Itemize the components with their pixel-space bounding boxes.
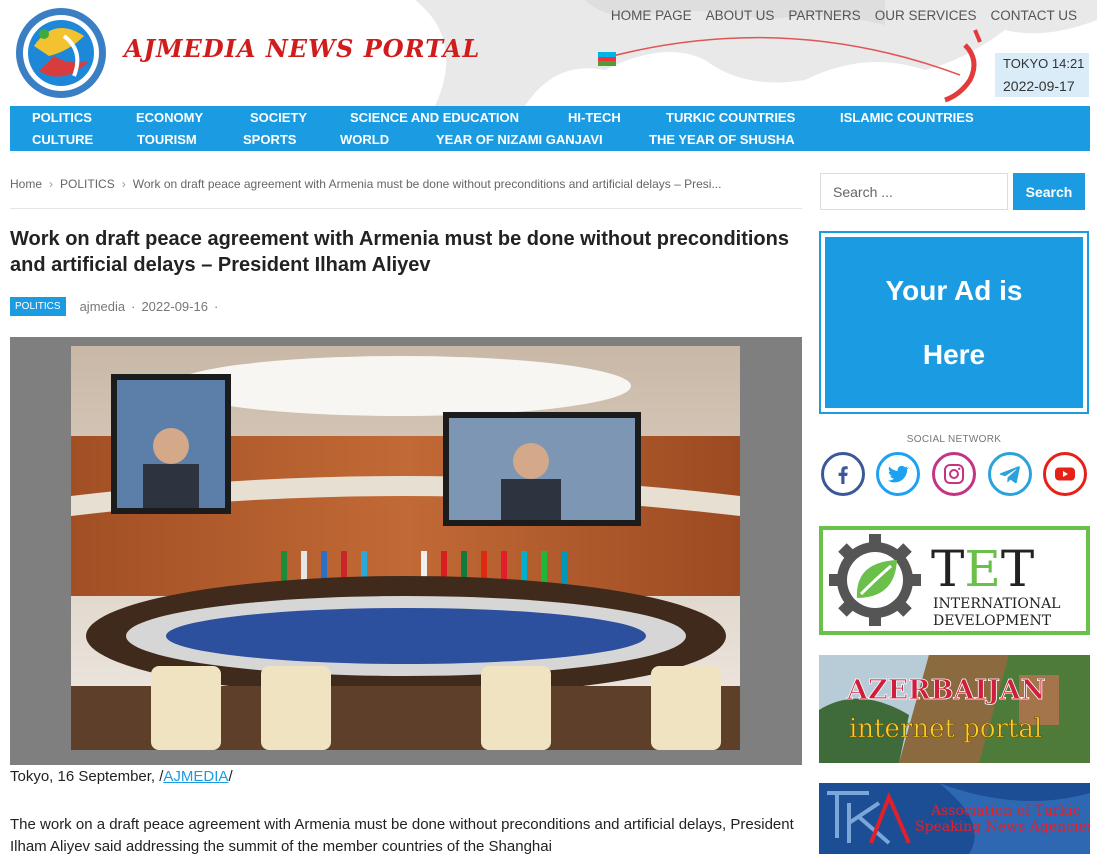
azerbaijan-internet-portal-banner[interactable]: AZERBAIJAN internet portal: [819, 655, 1090, 763]
nav-contact-us[interactable]: CONTACT US: [990, 7, 1077, 25]
chevron-right-icon: ›: [121, 177, 126, 191]
site-title[interactable]: AJMEDIA NEWS PORTAL: [124, 34, 480, 63]
azerbaijan-flag-icon: [598, 52, 616, 66]
caption-source-link[interactable]: AJMEDIA: [163, 768, 228, 785]
nav-home-page[interactable]: HOME PAGE: [611, 7, 692, 25]
azn-line2: internet portal: [849, 714, 1042, 744]
category-society[interactable]: SOCIETY: [250, 110, 307, 126]
nav-about-us[interactable]: ABOUT US: [706, 7, 775, 25]
category-economy[interactable]: ECONOMY: [136, 110, 203, 126]
chevron-right-icon: ›: [49, 177, 54, 191]
tet-line1: INTERNATIONAL: [933, 596, 1060, 612]
image-caption: Tokyo, 16 September, /AJMEDIA/: [10, 768, 233, 785]
category-islamic-countries[interactable]: ISLAMIC COUNTRIES: [840, 110, 974, 126]
meta-separator: ·: [131, 298, 136, 314]
caption-suffix: /: [228, 768, 233, 785]
tka-association-banner[interactable]: Association of Turkic Speaking News Agen…: [819, 783, 1094, 854]
category-sports[interactable]: SPORTS: [243, 132, 296, 148]
ad-banner[interactable]: Your Ad is Here: [819, 231, 1089, 414]
category-politics[interactable]: POLITICS: [32, 110, 92, 126]
featured-image[interactable]: [71, 346, 740, 750]
caption-prefix: Tokyo, 16 September, /: [10, 768, 164, 785]
search-input[interactable]: [820, 173, 1008, 210]
category-year-of-shusha[interactable]: THE YEAR OF SHUSHA: [649, 132, 795, 148]
breadcrumb-current: Work on draft peace agreement with Armen…: [132, 177, 722, 191]
category-culture[interactable]: CULTURE: [32, 132, 93, 148]
azn-line1: AZERBAIJAN: [846, 675, 1045, 706]
telegram-icon[interactable]: [988, 452, 1032, 496]
breadcrumb-home[interactable]: Home: [10, 177, 42, 191]
category-badge[interactable]: POLITICS: [10, 296, 66, 316]
twitter-icon[interactable]: [876, 452, 920, 496]
tka-line1: Association of Turkic: [930, 803, 1081, 819]
nav-partners[interactable]: PARTNERS: [788, 7, 860, 25]
clock-date: 2022-09-17: [1003, 78, 1075, 94]
tka-banner-graphic: Association of Turkic Speaking News Agen…: [819, 783, 1094, 854]
category-turkic-countries[interactable]: TURKIC COUNTRIES: [666, 110, 795, 126]
tet-line2: DEVELOPMENT: [933, 613, 1052, 629]
article-body: The work on a draft peace agreement with…: [10, 816, 794, 855]
globe-logo-icon[interactable]: [14, 6, 108, 100]
article-date: 2022-09-16: [141, 298, 208, 314]
meta-separator: ·: [213, 298, 219, 314]
youtube-icon[interactable]: [1043, 452, 1087, 496]
facebook-icon[interactable]: [821, 452, 865, 496]
breadcrumb-section[interactable]: POLITICS: [60, 177, 115, 191]
category-hi-tech[interactable]: HI-TECH: [568, 110, 621, 126]
tet-banner-graphic: TET INTERNATIONAL DEVELOPMENT: [829, 534, 1060, 629]
tka-line2: Speaking News Agencies: [915, 819, 1090, 835]
search-button[interactable]: Search: [1013, 173, 1085, 210]
clock-widget: TOKYO 14:21 2022-09-17: [995, 53, 1089, 97]
divider: [10, 208, 802, 209]
site-header: AJMEDIA NEWS PORTAL HOME PAGE ABOUT US P…: [0, 0, 1097, 106]
article-meta: POLITICS ajmedia · 2022-09-16 ·: [10, 296, 224, 316]
clock-time: TOKYO 14:21: [1003, 56, 1085, 71]
category-navigation: POLITICS ECONOMY SOCIETY SCIENCE AND EDU…: [10, 106, 1090, 151]
author-link[interactable]: ajmedia: [80, 299, 126, 314]
breadcrumb: Home › POLITICS › Work on draft peace agreem…: [10, 177, 802, 191]
article-title: Work on draft peace agreement with Armen…: [10, 228, 789, 276]
nav-our-services[interactable]: OUR SERVICES: [875, 7, 977, 25]
instagram-icon[interactable]: [932, 452, 976, 496]
azerbaijan-banner-graphic: AZERBAIJAN internet portal: [819, 655, 1090, 763]
category-year-of-nizami-ganjavi[interactable]: YEAR OF NIZAMI GANJAVI: [436, 132, 603, 148]
ad-inner: Your Ad is Here: [825, 237, 1083, 408]
tet-word: TET: [931, 540, 1034, 598]
category-science-and-education[interactable]: SCIENCE AND EDUCATION: [350, 110, 519, 126]
top-navigation: HOME PAGE ABOUT US PARTNERS OUR SERVICES…: [597, 7, 1077, 25]
featured-image-frame: [10, 337, 802, 765]
ad-text: Your Ad is Here: [885, 274, 1023, 370]
category-world[interactable]: WORLD: [340, 132, 389, 148]
tet-international-banner[interactable]: TET INTERNATIONAL DEVELOPMENT: [819, 526, 1090, 635]
social-network-label: SOCIAL NETWORK: [906, 434, 1002, 445]
category-tourism[interactable]: TOURISM: [137, 132, 197, 148]
